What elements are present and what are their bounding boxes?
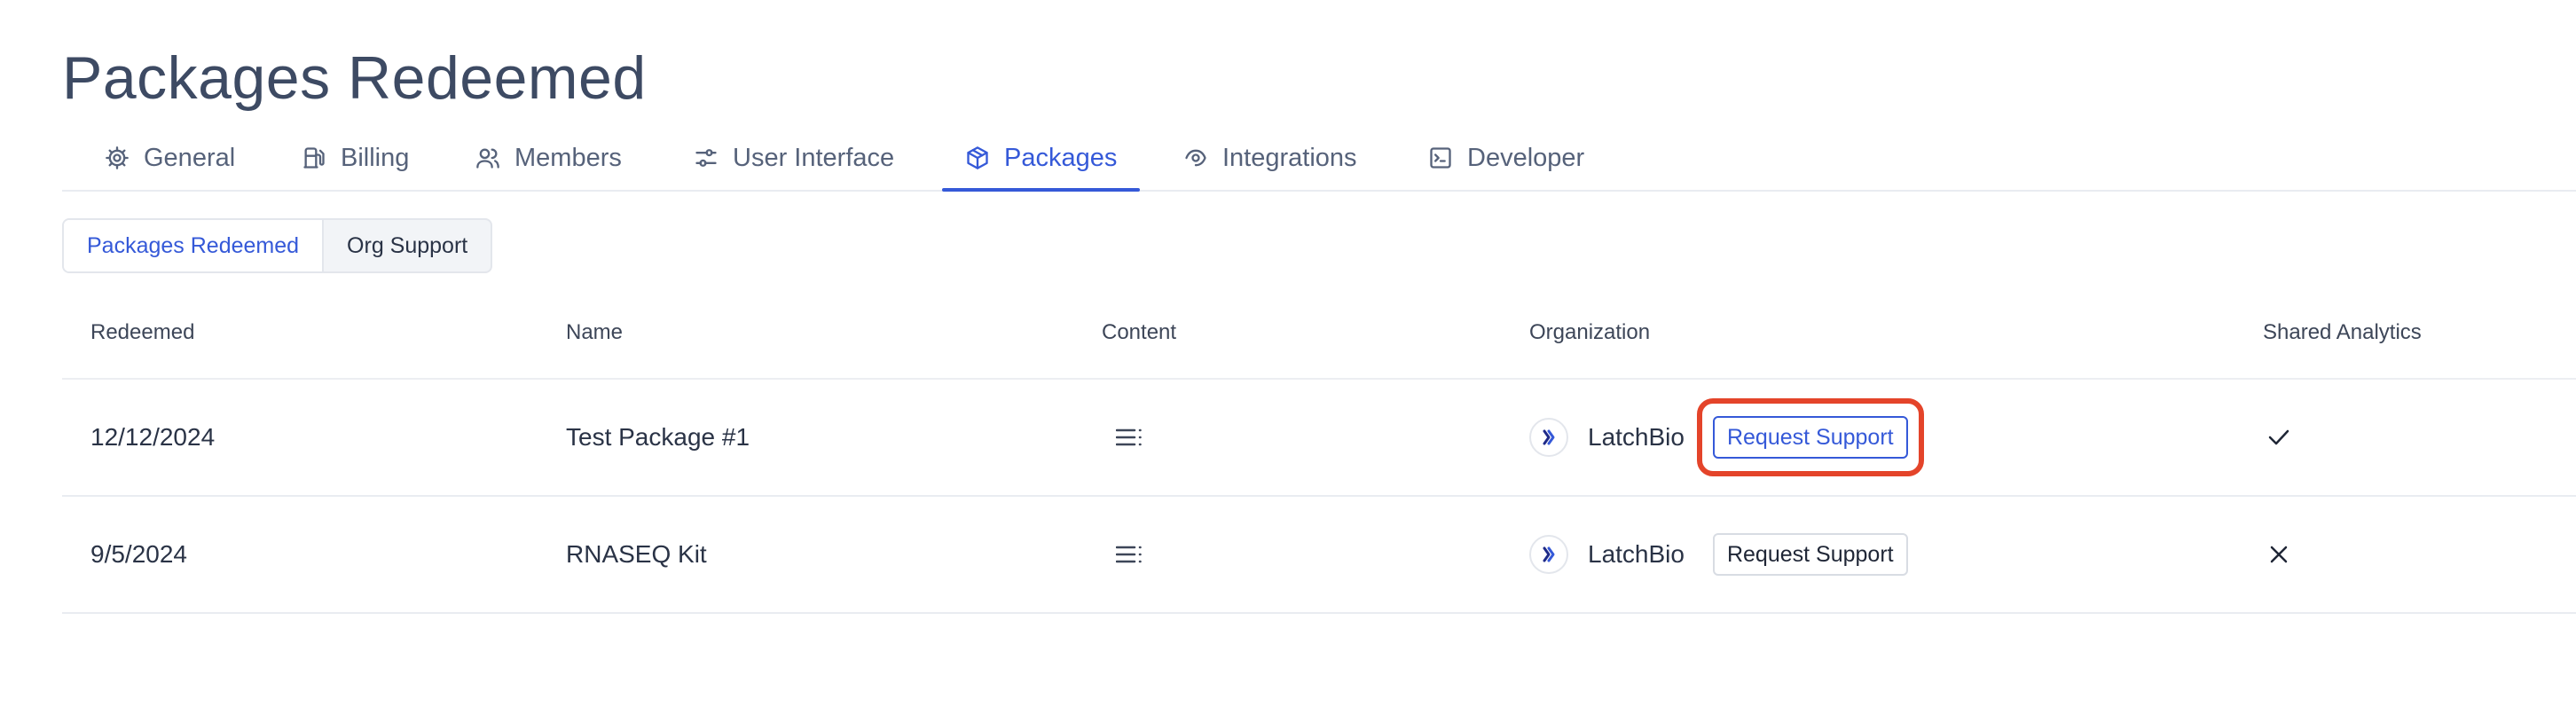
organization-cell: LatchBio Request Support <box>1529 380 1924 495</box>
integration-icon <box>1185 149 1206 167</box>
redeemed-date: 9/5/2024 <box>90 540 187 568</box>
subtab-packages-redeemed[interactable]: Packages Redeemed <box>64 220 325 271</box>
terminal-icon <box>1430 147 1451 169</box>
tab-members[interactable]: Members <box>475 126 622 190</box>
column-header-content: Content <box>1102 320 1177 344</box>
tab-general-label: General <box>144 143 236 172</box>
column-header-redeemed: Redeemed <box>90 320 195 344</box>
package-icon <box>967 146 988 169</box>
settings-tabs: General Billing Members User Interface P… <box>62 126 2576 192</box>
tab-user-interface-label: User Interface <box>733 143 895 172</box>
latchbio-logo-icon <box>1543 429 1555 445</box>
latchbio-logo-icon <box>1543 546 1555 562</box>
content-list-button[interactable] <box>1116 380 1143 495</box>
x-icon <box>2270 546 2288 563</box>
redeemed-date: 12/12/2024 <box>90 423 216 451</box>
org-avatar <box>1529 535 1568 574</box>
subtab-switcher: Packages Redeemed Org Support <box>62 218 493 273</box>
table-row: 9/5/2024 RNASEQ Kit LatchBio Request Sup… <box>62 497 2576 614</box>
package-name: RNASEQ Kit <box>566 540 707 568</box>
tab-user-interface[interactable]: User Interface <box>694 126 894 190</box>
tab-developer-label: Developer <box>1467 143 1585 172</box>
organization-name: LatchBio <box>1588 540 1685 568</box>
package-name: Test Package #1 <box>566 423 750 451</box>
column-header-name: Name <box>566 320 624 344</box>
tab-packages[interactable]: Packages <box>941 126 1141 192</box>
tab-integrations-label: Integrations <box>1222 143 1357 172</box>
column-header-organization: Organization <box>1529 320 1651 344</box>
organization-name: LatchBio <box>1588 423 1685 451</box>
subtab-org-support[interactable]: Org Support <box>324 220 491 271</box>
gear-icon <box>106 146 129 169</box>
list-icon <box>1116 428 1142 446</box>
sliders-icon <box>695 149 717 167</box>
check-icon <box>2268 429 2289 445</box>
fuel-icon <box>303 147 325 169</box>
organization-cell: LatchBio Request Support <box>1529 497 1908 612</box>
tab-packages-label: Packages <box>1004 143 1118 172</box>
tab-members-label: Members <box>514 143 622 172</box>
content-list-button[interactable] <box>1116 497 1143 612</box>
tab-developer[interactable]: Developer <box>1428 126 1584 190</box>
tab-billing-label: Billing <box>341 143 410 172</box>
request-support-wrapper: Request Support <box>1712 533 1908 576</box>
list-icon <box>1116 546 1142 563</box>
table-row: 12/12/2024 Test Package #1 LatchBio Requ… <box>62 380 2576 497</box>
shared-analytics-status <box>2266 497 2292 612</box>
column-header-shared-analytics: Shared Analytics <box>2263 320 2422 344</box>
request-support-wrapper: Request Support <box>1696 398 1924 476</box>
request-support-button[interactable]: Request Support <box>1712 533 1908 576</box>
shared-analytics-status <box>2266 380 2292 495</box>
tab-billing[interactable]: Billing <box>302 126 409 190</box>
users-icon <box>476 148 499 169</box>
page-title: Packages Redeemed <box>62 44 647 112</box>
tab-integrations[interactable]: Integrations <box>1183 126 1357 190</box>
request-support-button[interactable]: Request Support <box>1712 416 1908 459</box>
org-avatar <box>1529 418 1568 457</box>
tab-general[interactable]: General <box>105 126 235 190</box>
